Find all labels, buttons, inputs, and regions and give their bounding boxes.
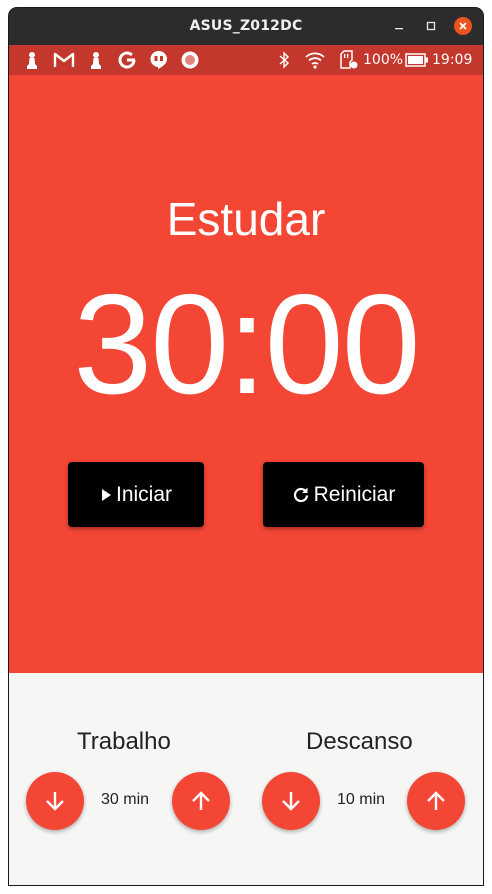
close-button[interactable]: [454, 17, 472, 35]
arrow-up-icon: [192, 791, 210, 810]
minimize-button[interactable]: [390, 17, 408, 35]
chess-pawn-icon: [89, 51, 103, 69]
settings-panel: Trabalho Descanso 30 min 10 min: [9, 673, 483, 885]
work-decrease-button[interactable]: [26, 772, 84, 830]
work-title: Trabalho: [77, 728, 171, 755]
google-icon: [117, 51, 137, 69]
start-button[interactable]: Iniciar: [68, 462, 204, 527]
wifi-icon: [305, 51, 325, 69]
window-title: ASUS_Z012DC: [189, 18, 303, 34]
hangouts-icon: [150, 50, 168, 69]
window-titlebar[interactable]: ASUS_Z012DC: [9, 8, 483, 45]
play-icon: [101, 488, 111, 501]
app-window: ASUS_Z012DC 100% 19:09 Estudar 30:00 Ini…: [9, 8, 483, 885]
minimize-icon: [395, 28, 403, 30]
rest-value: 10 min: [337, 791, 386, 808]
rest-increase-button[interactable]: [407, 772, 465, 830]
reset-button[interactable]: Reiniciar: [263, 462, 424, 527]
close-icon: [459, 22, 467, 30]
maximize-icon: [426, 21, 436, 31]
android-status-bar: 100% 19:09: [9, 45, 483, 75]
timer-display: 30:00: [73, 265, 420, 424]
record-icon: [180, 51, 200, 69]
bluetooth-icon: [277, 51, 291, 69]
work-value: 30 min: [101, 791, 150, 808]
arrow-down-icon: [46, 792, 64, 811]
rest-decrease-button[interactable]: [262, 772, 320, 830]
status-clock: 19:09: [432, 52, 473, 68]
start-button-label: Iniciar: [115, 482, 173, 506]
arrow-down-icon: [282, 792, 300, 811]
arrow-up-icon: [427, 791, 445, 810]
rest-title: Descanso: [306, 728, 413, 755]
reset-button-label: Reiniciar: [313, 482, 396, 506]
refresh-icon: [293, 487, 308, 502]
battery-icon: [405, 51, 429, 69]
mode-label: Estudar: [166, 193, 326, 245]
maximize-button[interactable]: [422, 17, 440, 35]
work-increase-button[interactable]: [172, 772, 230, 830]
gmail-icon: [53, 51, 75, 69]
sd-card-icon: [339, 50, 359, 69]
chess-pawn-icon: [25, 51, 39, 69]
timer-panel: Estudar 30:00 Iniciar Reiniciar: [9, 75, 483, 673]
battery-percent: 100%: [363, 52, 404, 68]
